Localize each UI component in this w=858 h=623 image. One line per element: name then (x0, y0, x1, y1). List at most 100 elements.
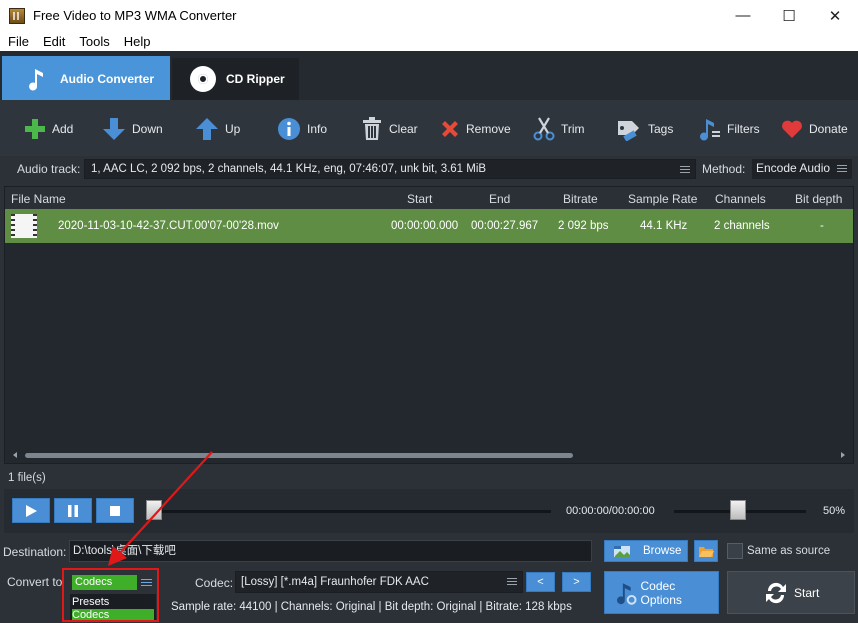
window-title: Free Video to MP3 WMA Converter (33, 8, 237, 23)
play-button[interactable] (12, 498, 50, 523)
cell-end: 00:00:27.967 (471, 220, 539, 232)
tags-label: Tags (648, 122, 674, 136)
hamburger-icon (680, 166, 690, 173)
clear-button[interactable]: Clear (361, 116, 418, 142)
open-folder-button[interactable] (694, 540, 718, 562)
music-note-icon (26, 66, 48, 92)
audio-track-label: Audio track: (17, 162, 81, 176)
audio-track-select[interactable]: 1, AAC LC, 2 092 bps, 2 channels, 44.1 K… (84, 159, 696, 179)
method-label: Method: (702, 162, 746, 176)
filters-button[interactable]: Filters (699, 116, 760, 142)
stop-icon (110, 505, 120, 516)
maximize-button[interactable]: ☐ (766, 0, 812, 31)
pause-button[interactable] (54, 498, 92, 523)
scroll-right-icon[interactable] (841, 452, 845, 458)
menu-edit[interactable]: Edit (35, 34, 71, 49)
tags-button[interactable]: Tags (616, 116, 673, 142)
time-display: 00:00:00/00:00:00 (566, 505, 655, 517)
scrollbar-thumb[interactable] (25, 453, 573, 458)
horizontal-scrollbar[interactable] (11, 452, 847, 459)
arrow-up-icon (196, 118, 218, 140)
browse-icon (614, 546, 630, 557)
menu-tools[interactable]: Tools (71, 34, 115, 49)
arrow-down-icon (103, 118, 125, 140)
up-label: Up (225, 122, 241, 136)
stop-button[interactable] (96, 498, 134, 523)
seek-track[interactable] (154, 510, 551, 513)
trash-icon (363, 117, 381, 140)
seek-slider[interactable] (146, 500, 162, 520)
film-icon (11, 214, 37, 238)
cell-channels: 2 channels (714, 220, 770, 232)
pause-icon (68, 504, 78, 517)
same-as-source-label: Same as source (747, 545, 831, 557)
tab-audio-converter[interactable]: Audio Converter (2, 56, 170, 101)
menu-file[interactable]: File (0, 34, 35, 49)
tab-cd-ripper[interactable]: CD Ripper (172, 58, 299, 100)
col-channels[interactable]: Channels (715, 192, 766, 206)
col-bit-depth[interactable]: Bit depth (795, 192, 842, 206)
clear-label: Clear (389, 122, 418, 136)
trim-button[interactable]: Trim (533, 116, 585, 142)
prev-codec-button[interactable]: < (526, 572, 555, 592)
info-icon (278, 118, 300, 140)
filters-label: Filters (727, 122, 760, 136)
sample-info: Sample rate: 44100 | Channels: Original … (171, 601, 572, 613)
remove-label: Remove (466, 122, 511, 136)
convert-to-label: Convert to (7, 575, 63, 589)
browse-button[interactable]: Browse (604, 540, 688, 562)
destination-label: Destination: (3, 545, 67, 559)
audio-track-row: Audio track: 1, AAC LC, 2 092 bps, 2 cha… (0, 158, 858, 182)
convert-cycle-icon (766, 582, 786, 603)
scissors-icon (533, 117, 555, 141)
start-label: Start (794, 585, 820, 600)
add-label: Add (52, 122, 74, 136)
col-file-name[interactable]: File Name (11, 192, 66, 206)
col-bitrate[interactable]: Bitrate (563, 192, 598, 206)
menu-help[interactable]: Help (116, 34, 157, 49)
play-icon (26, 504, 37, 517)
cell-bitrate: 2 092 bps (558, 220, 609, 232)
up-button[interactable]: Up (195, 116, 240, 142)
hamburger-icon (837, 165, 847, 172)
tab-label: Audio Converter (60, 71, 155, 86)
start-button[interactable]: Start (727, 571, 855, 614)
heart-icon (782, 120, 802, 138)
tag-icon (618, 121, 639, 141)
menu-bar: File Edit Tools Help (0, 31, 858, 51)
folder-icon (699, 547, 714, 557)
add-button[interactable]: Add (24, 116, 73, 142)
method-select[interactable]: Encode Audio (752, 159, 852, 179)
close-button[interactable]: ✕ (812, 0, 858, 31)
volume-slider[interactable] (730, 500, 746, 520)
same-as-source-checkbox[interactable] (727, 543, 743, 559)
info-button[interactable]: Info (277, 116, 327, 142)
next-codec-button[interactable]: > (562, 572, 591, 592)
col-start[interactable]: Start (407, 192, 432, 206)
destination-value: D:\tools\桌面\下载吧 (73, 545, 176, 557)
cell-file-name: 2020-11-03-10-42-37.CUT.00'07-00'28.mov (58, 220, 279, 232)
down-button[interactable]: Down (102, 116, 163, 142)
col-sample-rate[interactable]: Sample Rate (628, 192, 697, 206)
minimize-button[interactable]: — (720, 0, 766, 31)
codec-options-label: Codec Options (640, 578, 682, 607)
info-label: Info (307, 122, 328, 136)
browse-label: Browse (643, 545, 682, 557)
audio-track-value: 1, AAC LC, 2 092 bps, 2 channels, 44.1 K… (91, 163, 487, 175)
codec-options-icon (617, 582, 637, 605)
destination-field[interactable]: D:\tools\桌面\下载吧 (69, 540, 592, 562)
table-row[interactable]: 2020-11-03-10-42-37.CUT.00'07-00'28.mov … (5, 209, 853, 243)
toolbar: Add Down Up Info Clear Remove Trim Tags … (0, 100, 858, 156)
codec-options-button[interactable]: Codec Options (604, 571, 719, 614)
remove-button[interactable]: Remove (440, 116, 511, 142)
file-list[interactable]: File Name Start End Bitrate Sample Rate … (4, 186, 854, 464)
annotation-highlight-box (62, 568, 159, 622)
cell-sample-rate: 44.1 KHz (640, 220, 688, 232)
method-value: Encode Audio (756, 161, 831, 175)
col-end[interactable]: End (489, 192, 510, 206)
title-bar: Free Video to MP3 WMA Converter — ☐ ✕ (0, 0, 858, 31)
scroll-left-icon[interactable] (13, 452, 17, 458)
codec-select[interactable]: [Lossy] [*.m4a] Fraunhofer FDK AAC (235, 571, 523, 593)
filter-note-icon (700, 119, 720, 141)
donate-button[interactable]: Donate (781, 116, 848, 142)
